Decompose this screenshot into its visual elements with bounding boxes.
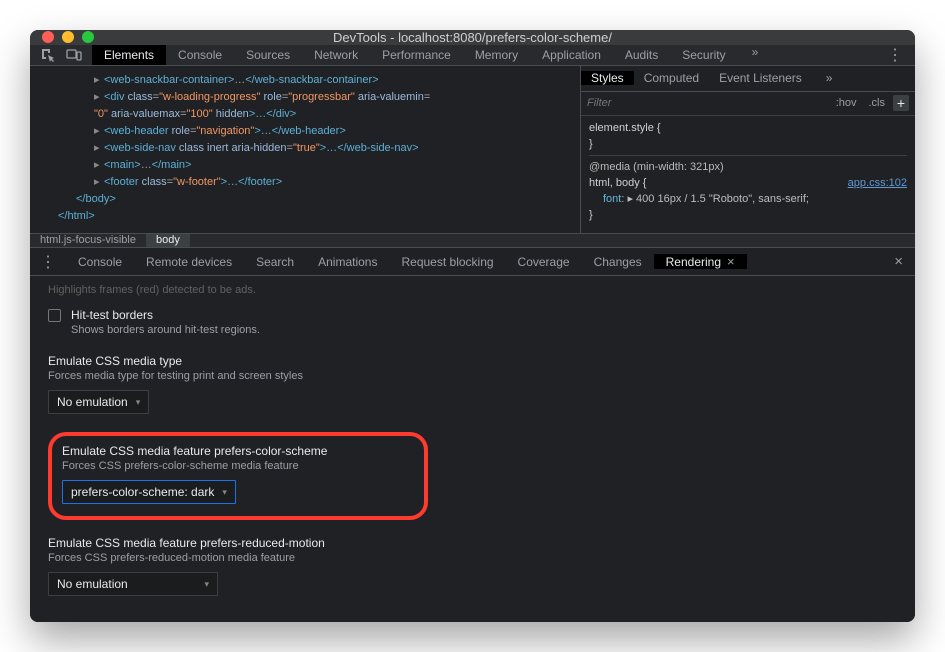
dtab-request-blocking[interactable]: Request blocking [389, 255, 505, 269]
prm-title: Emulate CSS media feature prefers-reduce… [48, 536, 897, 550]
prefers-color-scheme-callout: Emulate CSS media feature prefers-color-… [48, 432, 428, 520]
devtools-window: DevTools - localhost:8080/prefers-color-… [30, 30, 915, 622]
prefers-reduced-motion-section: Emulate CSS media feature prefers-reduce… [48, 536, 897, 596]
tab-styles[interactable]: Styles [581, 71, 634, 85]
cls-toggle[interactable]: .cls [865, 97, 890, 109]
drawer-tabs: ⋮ Console Remote devices Search Animatio… [30, 248, 915, 276]
hit-test-checkbox[interactable] [48, 309, 61, 322]
tab-elements[interactable]: Elements [92, 45, 166, 65]
drawer: ⋮ Console Remote devices Search Animatio… [30, 248, 915, 622]
dom-tree[interactable]: ▸<web-snackbar-container>…</web-snackbar… [30, 66, 580, 233]
prm-desc: Forces CSS prefers-reduced-motion media … [48, 552, 897, 564]
dtab-remote[interactable]: Remote devices [134, 255, 244, 269]
main-toolbar: Elements Console Sources Network Perform… [30, 45, 915, 66]
breadcrumb: html.js-focus-visible body [30, 234, 915, 248]
dtab-coverage[interactable]: Coverage [506, 255, 582, 269]
dtab-changes[interactable]: Changes [582, 255, 654, 269]
tab-computed[interactable]: Computed [634, 71, 709, 85]
window-controls [30, 31, 94, 43]
pcs-title: Emulate CSS media feature prefers-color-… [62, 444, 414, 458]
styles-overflow-icon[interactable]: » [818, 71, 841, 85]
tab-security[interactable]: Security [670, 45, 737, 65]
tab-application[interactable]: Application [530, 45, 613, 65]
dtab-search[interactable]: Search [244, 255, 306, 269]
media-type-desc: Forces media type for testing print and … [48, 370, 897, 382]
tab-memory[interactable]: Memory [463, 45, 530, 65]
device-toggle-icon[interactable] [66, 47, 82, 63]
main-tabs: Elements Console Sources Network Perform… [92, 45, 766, 65]
inspect-icon[interactable] [40, 47, 56, 63]
hit-test-desc: Shows borders around hit-test regions. [71, 324, 260, 336]
chevron-down-icon: ▾ [222, 487, 227, 498]
dtab-rendering[interactable]: Rendering× [654, 254, 747, 269]
close-icon[interactable] [42, 31, 54, 43]
hit-test-option: Hit-test borders Shows borders around hi… [48, 308, 897, 336]
dtab-animations[interactable]: Animations [306, 255, 389, 269]
window-title: DevTools - localhost:8080/prefers-color-… [30, 30, 915, 45]
dtab-console[interactable]: Console [66, 255, 134, 269]
tab-network[interactable]: Network [302, 45, 370, 65]
drawer-menu-icon[interactable]: ⋮ [30, 252, 66, 272]
media-type-title: Emulate CSS media type [48, 354, 897, 368]
tab-sources[interactable]: Sources [234, 45, 302, 65]
settings-menu-icon[interactable]: ⋮ [875, 45, 915, 65]
drawer-close-icon[interactable]: × [882, 253, 915, 270]
tabs-overflow-icon[interactable]: » [744, 45, 767, 65]
titlebar: DevTools - localhost:8080/prefers-color-… [30, 30, 915, 45]
chevron-down-icon: ▾ [204, 579, 209, 590]
chevron-down-icon: ▾ [136, 397, 141, 408]
tab-performance[interactable]: Performance [370, 45, 463, 65]
tab-console[interactable]: Console [166, 45, 234, 65]
minimize-icon[interactable] [62, 31, 74, 43]
source-link[interactable]: app.css:102 [848, 175, 907, 191]
prm-select[interactable]: No emulation▾ [48, 572, 218, 596]
media-type-select[interactable]: No emulation▾ [48, 390, 149, 414]
tab-event-listeners[interactable]: Event Listeners [709, 71, 812, 85]
media-type-section: Emulate CSS media type Forces media type… [48, 354, 897, 414]
crumb-html[interactable]: html.js-focus-visible [30, 234, 146, 247]
rendering-panel: Highlights frames (red) detected to be a… [30, 276, 915, 622]
hit-test-title: Hit-test borders [71, 308, 260, 322]
close-tab-icon[interactable]: × [727, 254, 735, 269]
pcs-select[interactable]: prefers-color-scheme: dark▾ [62, 480, 236, 504]
pcs-desc: Forces CSS prefers-color-scheme media fe… [62, 460, 414, 472]
prev-option-desc: Highlights frames (red) detected to be a… [48, 284, 897, 296]
tab-audits[interactable]: Audits [613, 45, 670, 65]
elements-panel: ▸<web-snackbar-container>…</web-snackbar… [30, 66, 915, 234]
hov-toggle[interactable]: :hov [832, 97, 861, 109]
new-style-rule-icon[interactable]: + [893, 95, 909, 111]
styles-filter-input[interactable] [587, 97, 828, 109]
style-rules[interactable]: element.style { } @media (min-width: 321… [581, 116, 915, 227]
crumb-body[interactable]: body [146, 234, 190, 247]
styles-pane: Styles Computed Event Listeners » :hov .… [580, 66, 915, 233]
zoom-icon[interactable] [82, 31, 94, 43]
